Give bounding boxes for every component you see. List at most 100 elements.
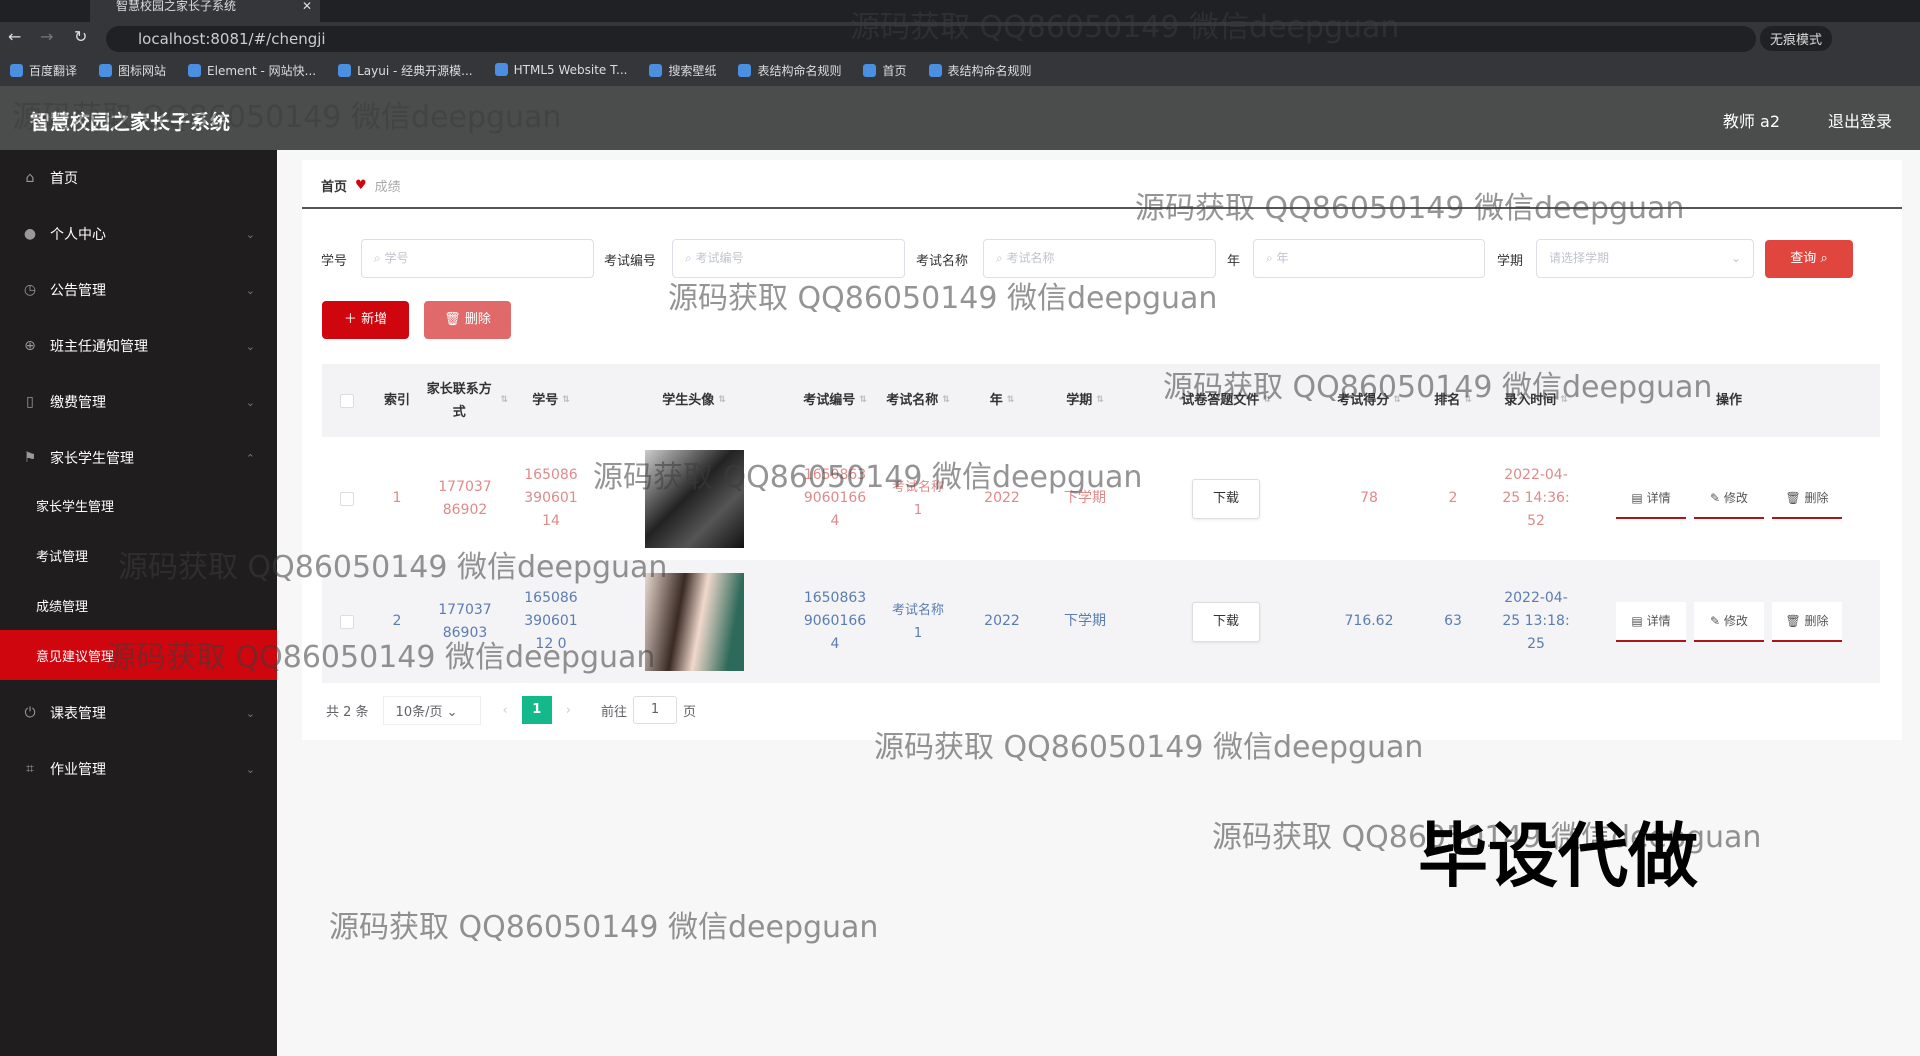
forward-icon[interactable]: →	[40, 27, 53, 46]
col-xh[interactable]: 学号 ⇅	[508, 364, 594, 437]
bookmark[interactable]: 首页	[863, 62, 907, 79]
col-index: 索引	[383, 393, 410, 408]
xq-label: 学期	[1497, 254, 1524, 269]
year-label: 年	[1227, 254, 1241, 269]
submenu-parent-student[interactable]: 家长学生管理	[0, 480, 277, 530]
page-1[interactable]: 1	[521, 696, 552, 724]
close-tab-icon[interactable]: ✕	[302, 0, 312, 12]
bookmark[interactable]: 表结构命名规则	[928, 62, 1032, 79]
add-button[interactable]: ＋ 新增	[322, 301, 409, 339]
col-rank[interactable]: 排名 ⇅	[1412, 364, 1494, 437]
table-header: 索引 家长联系方式 ⇅ 学号 ⇅ 学生头像 ⇅ 考试编号 ⇅ 考试名称 ⇅ 年 ⇅ 学期 ⇅ …	[322, 364, 1880, 437]
col-time[interactable]: 录入时间 ⇅	[1494, 364, 1578, 437]
heart-icon: ♥	[355, 178, 367, 193]
col-xq[interactable]: 学期 ⇅	[1044, 364, 1126, 437]
browser-tab[interactable]: 智慧校园之家长子系统 ✕	[90, 0, 320, 22]
sort-icon: ⇅	[1263, 395, 1271, 405]
cell-xq: 下学期	[1064, 613, 1106, 629]
logout-button[interactable]: 退出登录	[1828, 108, 1892, 132]
cell-xh: 16508639060114	[524, 467, 578, 529]
breadcrumb-home[interactable]: 首页	[321, 176, 347, 195]
url-bar[interactable]: localhost:8081/#/chengji	[106, 26, 1756, 52]
sidebar-item-notice[interactable]: ◷ 公告管理 ⌄	[0, 262, 277, 318]
row-checkbox[interactable]	[340, 614, 354, 629]
sidebar-item-teacher-notice[interactable]: ⊕ 班主任通知管理 ⌄	[0, 318, 277, 374]
chevron-down-icon: ⌄	[245, 706, 255, 720]
clock-icon: ◷	[23, 282, 37, 298]
sort-icon: ⇅	[1464, 395, 1472, 405]
home-icon: ⌂	[25, 170, 35, 186]
back-icon[interactable]: ←	[8, 27, 21, 46]
page-suffix: 页	[682, 704, 696, 720]
chevron-down-icon: ⌄	[1730, 251, 1741, 265]
delete-button[interactable]: 🗑 删除	[424, 301, 511, 339]
goto-page-input[interactable]: 1	[632, 696, 677, 724]
ksmc-input[interactable]: ⌕ 考试名称	[983, 239, 1216, 278]
bookmark[interactable]: HTML5 Website T...	[494, 63, 627, 77]
cell-rank: 63	[1444, 613, 1462, 629]
bookmark[interactable]: Element - 网站快...	[188, 62, 316, 79]
row-delete-button[interactable]: 🗑 删除	[1772, 601, 1842, 642]
cell-xh: 16508639060112 0	[524, 590, 578, 652]
cell-ksbh: 16508639060166 4	[803, 590, 867, 652]
chevron-down-icon: ⌄	[245, 339, 255, 353]
sort-icon: ⇅	[1096, 395, 1104, 405]
bookmark[interactable]: 搜索壁纸	[649, 62, 716, 79]
xh-input[interactable]: ⌕ 学号	[361, 239, 594, 278]
sidebar-item-payment[interactable]: ▯ 缴费管理 ⌄	[0, 374, 277, 430]
col-ksbh[interactable]: 考试编号 ⇅	[794, 364, 876, 437]
col-year[interactable]: 年 ⇅	[960, 364, 1044, 437]
chevron-down-icon: ⌄	[245, 227, 255, 241]
cell-rank: 2	[1448, 490, 1458, 506]
edit-button[interactable]: ✎ 修改	[1694, 601, 1764, 642]
divider	[302, 207, 1902, 209]
chevron-up-icon: ⌃	[245, 451, 255, 465]
submenu-score[interactable]: 成绩管理	[0, 580, 277, 630]
col-avatar[interactable]: 学生头像 ⇅	[594, 364, 794, 437]
reload-icon[interactable]: ↻	[74, 27, 87, 46]
row-checkbox[interactable]	[340, 491, 354, 506]
bookmark[interactable]: Layui - 经典开源模...	[338, 62, 473, 79]
row-delete-button[interactable]: 🗑 删除	[1772, 478, 1842, 519]
chevron-down-icon: ⌄	[245, 283, 255, 297]
bookmark[interactable]: 图标网站	[99, 62, 166, 79]
next-page-icon[interactable]: ›	[566, 703, 571, 718]
cell-ksmc: 考试名称1	[891, 479, 944, 518]
col-file[interactable]: 试卷答题文件 ⇅	[1126, 364, 1326, 437]
cell-ksmc: 考试名称1	[891, 602, 944, 641]
bookmark[interactable]: 表结构命名规则	[738, 62, 841, 79]
cell-xq: 下学期	[1064, 490, 1106, 506]
detail-button[interactable]: ▤ 详情	[1616, 601, 1686, 642]
sidebar-item-parent-student[interactable]: ⚑ 家长学生管理 ⌃	[0, 430, 277, 486]
select-all-checkbox[interactable]	[340, 393, 354, 408]
breadcrumb: 首页 ♥ 成绩	[321, 176, 401, 195]
prev-page-icon[interactable]: ‹	[503, 703, 508, 718]
app-title: 智慧校园之家长子系统	[30, 110, 230, 134]
xq-select[interactable]: 请选择学期 ⌄	[1536, 239, 1754, 278]
cell-phone: 17703786903	[438, 601, 492, 641]
bookmark[interactable]: 百度翻译	[10, 62, 77, 79]
plus-icon: ＋	[343, 312, 357, 327]
trash-icon: 🗑	[444, 312, 461, 327]
page-size-select[interactable]: 10条/页 ⌄	[382, 695, 481, 725]
sidebar-item-home[interactable]: ⌂ 首页	[0, 150, 277, 206]
query-button[interactable]: 查询 ⌕	[1765, 240, 1853, 278]
detail-button[interactable]: ▤ 详情	[1616, 478, 1686, 519]
sidebar-item-homework[interactable]: ⌗ 作业管理 ⌄	[0, 741, 277, 797]
sidebar-item-schedule[interactable]: ⏻ 课表管理 ⌄	[0, 685, 277, 741]
table-row: 2 17703786903 16508639060112 0 165086390…	[322, 560, 1880, 683]
col-phone[interactable]: 家长联系方式 ⇅	[422, 364, 508, 437]
submenu-feedback[interactable]: 意见建议管理	[0, 630, 277, 680]
download-button[interactable]: 下载	[1192, 601, 1260, 642]
col-score[interactable]: 考试得分 ⇅	[1326, 364, 1412, 437]
ksbh-input[interactable]: ⌕ 考试编号	[672, 239, 905, 278]
sidebar: ⌂ 首页 ● 个人中心 ⌄ ◷ 公告管理 ⌄ ⊕ 班主任通知管理 ⌄ ▯ 缴费管理 ⌄ ⚑ 家长学生…	[0, 150, 277, 1056]
download-button[interactable]: 下载	[1192, 478, 1260, 519]
cell-time: 2022-04-25 13:18:25	[1502, 590, 1570, 652]
submenu-exam[interactable]: 考试管理	[0, 530, 277, 580]
edit-button[interactable]: ✎ 修改	[1694, 478, 1764, 519]
power-icon: ⏻	[24, 705, 36, 721]
sidebar-item-profile[interactable]: ● 个人中心 ⌄	[0, 206, 277, 262]
col-ksmc[interactable]: 考试名称 ⇅	[876, 364, 960, 437]
year-input[interactable]: ⌕ 年	[1253, 239, 1485, 278]
